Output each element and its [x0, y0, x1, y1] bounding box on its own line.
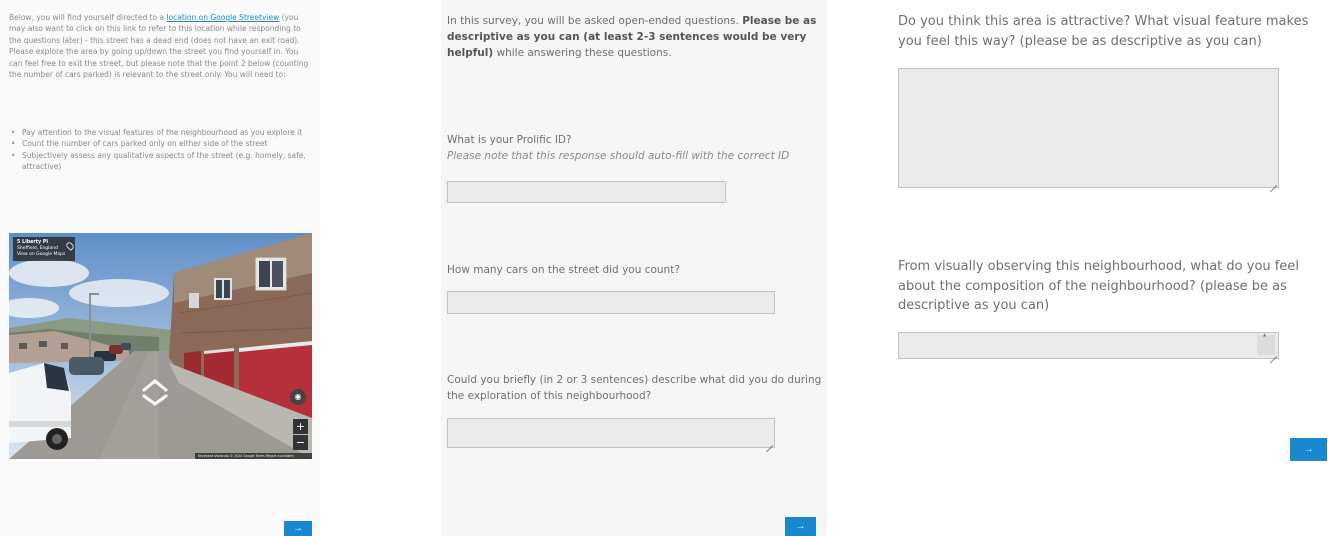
- instructions-text: Below, you will find yourself directed t…: [9, 13, 309, 80]
- question-composition: From visually observing this neighbourho…: [898, 259, 1299, 314]
- list-item: Count the number of cars parked only on …: [9, 138, 311, 150]
- instructions-list: Pay attention to the visual features of …: [9, 127, 311, 173]
- survey-panel-questions: In this survey, you will be asked open-e…: [441, 0, 827, 536]
- location-city: Sheffield, England: [17, 246, 58, 251]
- location-address: 5 Liberty Pl: [17, 240, 49, 245]
- composition-textarea[interactable]: [898, 332, 1279, 359]
- streetview-link[interactable]: location on Google Streetview: [166, 13, 279, 22]
- zoom-in-button[interactable]: +: [293, 419, 308, 434]
- streetview-footer: Keyboard shortcuts © 2024 Google Terms R…: [195, 453, 312, 459]
- resize-handle-icon[interactable]: [1270, 179, 1277, 186]
- streetview-embed[interactable]: 5 Liberty Pl Sheffield, England View on …: [9, 233, 312, 459]
- nav-arrow-up-icon[interactable]: [142, 378, 168, 392]
- resize-handle-icon[interactable]: [1270, 350, 1277, 357]
- camera-icon[interactable]: ◉: [290, 389, 306, 405]
- question-prolific-id: What is your Prolific ID? Please note th…: [447, 132, 825, 164]
- zoom-out-button[interactable]: −: [293, 435, 308, 450]
- list-item: Subjectively assess any qualitative aspe…: [9, 150, 311, 173]
- next-button[interactable]: →: [785, 517, 816, 536]
- resize-handle-icon[interactable]: [766, 439, 773, 446]
- question-car-count: How many cars on the street did you coun…: [447, 264, 680, 276]
- survey-panel-attractiveness: Do you think this area is attractive? Wh…: [884, 0, 1328, 536]
- next-button[interactable]: →: [1290, 438, 1327, 461]
- car-count-input[interactable]: [447, 291, 775, 314]
- question-note: Please note that this response should au…: [447, 150, 790, 163]
- question-exploration: Could you briefly (in 2 or 3 sentences) …: [447, 374, 822, 403]
- streetview-scene[interactable]: [9, 233, 312, 459]
- prolific-id-input[interactable]: [447, 181, 726, 203]
- instructions-panel: Below, you will find yourself directed t…: [0, 0, 320, 536]
- streetview-location-card[interactable]: 5 Liberty Pl Sheffield, England View on …: [13, 237, 75, 261]
- list-item: Pay attention to the visual features of …: [9, 127, 311, 139]
- next-button[interactable]: →: [284, 521, 312, 536]
- attractive-textarea[interactable]: [898, 68, 1279, 188]
- nav-arrow-down-icon[interactable]: [142, 393, 168, 407]
- question-attractive: Do you think this area is attractive? Wh…: [898, 14, 1309, 49]
- exploration-textarea[interactable]: [447, 418, 775, 448]
- survey-intro: In this survey, you will be asked open-e…: [447, 15, 817, 60]
- question-label: What is your Prolific ID?: [447, 134, 572, 146]
- view-on-maps-link[interactable]: View on Google Maps: [17, 252, 65, 257]
